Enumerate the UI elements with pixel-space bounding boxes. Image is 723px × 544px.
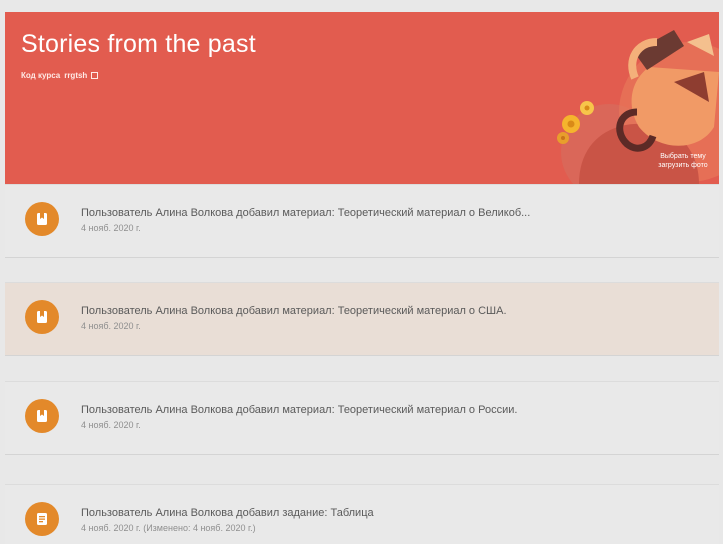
stream-item-date: 4 нояб. 2020 г. (81, 321, 141, 331)
stream-item-date: 4 нояб. 2020 г. (81, 420, 141, 430)
stream-item-title: Пользователь Алина Волкова добавил матер… (81, 404, 518, 416)
stream-item[interactable]: Пользователь Алина Волкова добавил матер… (5, 381, 719, 455)
material-icon (25, 399, 59, 433)
course-banner: Stories from the past Код курса rrgtsh В… (5, 12, 719, 184)
stream-item-text: Пользователь Алина Волкова добавил матер… (81, 305, 709, 331)
choose-theme-text: Выбрать тему (660, 153, 706, 160)
stream-item-title: Пользователь Алина Волкова добавил задан… (81, 507, 374, 519)
choose-theme-link[interactable]: Выбрать тему загрузить фото (653, 152, 713, 170)
stream-list: Пользователь Алина Волкова добавил матер… (5, 184, 719, 544)
stream-item-text: Пользователь Алина Волкова добавил матер… (81, 207, 709, 233)
course-code[interactable]: Код курса rrgtsh (21, 71, 99, 80)
assignment-icon (25, 502, 59, 536)
stream-item-title: Пользователь Алина Волкова добавил матер… (81, 305, 507, 317)
upload-photo-text: загрузить фото (658, 162, 708, 169)
stream-item-date: 4 нояб. 2020 г. (Изменено: 4 нояб. 2020 … (81, 523, 256, 533)
course-title: Stories from the past (21, 30, 256, 58)
stream-item[interactable]: Пользователь Алина Волкова добавил задан… (5, 484, 719, 544)
expand-icon[interactable] (91, 72, 99, 79)
stream-item-text: Пользователь Алина Волкова добавил матер… (81, 404, 709, 430)
stream-item[interactable]: Пользователь Алина Волкова добавил матер… (5, 282, 719, 356)
stream-item-text: Пользователь Алина Волкова добавил задан… (81, 507, 709, 533)
course-code-label: Код курса (21, 71, 61, 80)
material-icon (25, 202, 59, 236)
stream-item-date: 4 нояб. 2020 г. (81, 223, 141, 233)
stream-item[interactable]: Пользователь Алина Волкова добавил матер… (5, 184, 719, 258)
stream-item-title: Пользователь Алина Волкова добавил матер… (81, 207, 531, 219)
classroom-page: Stories from the past Код курса rrgtsh В… (0, 0, 723, 544)
material-icon (25, 300, 59, 334)
course-code-value: rrgtsh (64, 71, 88, 80)
